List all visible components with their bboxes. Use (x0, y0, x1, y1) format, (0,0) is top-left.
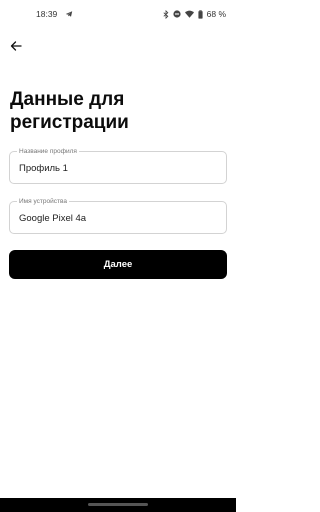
status-time: 18:39 (36, 9, 58, 19)
page-title: Данные для регистрации (10, 89, 129, 133)
profile-name-label: Название профиля (17, 147, 79, 156)
telegram-icon (65, 10, 73, 18)
battery-percent: 68 % (206, 9, 226, 19)
profile-name-field[interactable]: Название профиля (9, 147, 227, 184)
profile-name-input[interactable] (19, 163, 214, 174)
device-name-input[interactable] (19, 213, 214, 224)
gesture-handle[interactable] (88, 503, 148, 506)
back-button[interactable] (8, 38, 24, 54)
registration-screen: 18:39 68 % Данные для регистрации Назван… (0, 0, 236, 512)
wifi-icon (184, 10, 194, 18)
device-name-field[interactable]: Имя устройства (9, 197, 227, 234)
status-left: 18:39 (36, 9, 73, 19)
next-button[interactable]: Далее (9, 250, 227, 279)
do-not-disturb-icon (173, 10, 181, 18)
status-right: 68 % (163, 9, 226, 19)
bluetooth-icon (163, 9, 169, 19)
battery-icon (198, 9, 203, 19)
device-name-label: Имя устройства (17, 197, 69, 206)
status-bar: 18:39 68 % (0, 0, 236, 28)
back-arrow-icon (10, 40, 22, 52)
navigation-bar (0, 498, 236, 512)
